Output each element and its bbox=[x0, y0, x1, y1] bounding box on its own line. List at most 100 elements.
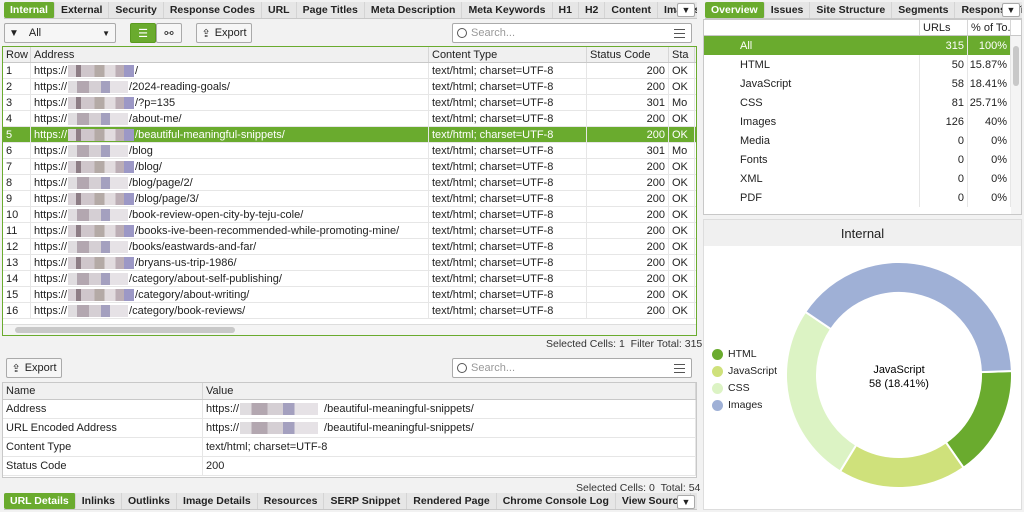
content-type-cell[interactable]: text/html; charset=UTF-8 bbox=[429, 271, 587, 286]
status-code-cell[interactable]: 200 bbox=[587, 111, 669, 126]
address-cell[interactable]: https:// /books-ive-been-recommended-whil… bbox=[31, 223, 429, 238]
address-cell[interactable]: https:// /category/book-reviews/ bbox=[31, 303, 429, 318]
tab-10[interactable]: Content bbox=[605, 2, 659, 18]
list-view-button[interactable]: ☰ bbox=[130, 23, 156, 43]
address-cell[interactable]: https:// /?p=135 bbox=[31, 95, 429, 110]
overview-row[interactable]: PDF 0 0% bbox=[704, 188, 1021, 207]
address-cell[interactable]: https:// /about-me/ bbox=[31, 111, 429, 126]
content-type-cell[interactable]: text/html; charset=UTF-8 bbox=[429, 191, 587, 206]
bottom-tab-0[interactable]: URL Details bbox=[4, 493, 76, 509]
bottom-tab-1[interactable]: Inlinks bbox=[76, 493, 123, 509]
details-search-input[interactable]: Search... bbox=[452, 358, 692, 378]
settings-sliders-icon[interactable] bbox=[674, 364, 685, 373]
table-row[interactable]: 14 https:// /category/about-self-publishin… bbox=[3, 271, 696, 287]
bottom-tab-3[interactable]: Image Details bbox=[177, 493, 258, 509]
status-cell[interactable]: OK bbox=[669, 79, 695, 94]
content-type-cell[interactable]: text/html; charset=UTF-8 bbox=[429, 63, 587, 78]
overview-row[interactable]: Media 0 0% bbox=[704, 131, 1021, 150]
details-row[interactable]: Content Type text/html; charset=UTF-8 bbox=[3, 438, 696, 457]
col-value-header[interactable]: Value bbox=[203, 383, 696, 399]
address-cell[interactable]: https:// /category/about-writing/ bbox=[31, 287, 429, 302]
settings-sliders-icon[interactable] bbox=[674, 29, 685, 38]
address-cell[interactable]: https:// /beautiful-meaningful-snippets/ bbox=[31, 127, 429, 142]
table-row[interactable]: 9 https:// /blog/page/3/text/html; charset… bbox=[3, 191, 696, 207]
legend-html[interactable]: HTML bbox=[712, 348, 757, 360]
tab-3[interactable]: Response Codes bbox=[164, 2, 263, 18]
status-cell[interactable]: OK bbox=[669, 175, 695, 190]
content-type-cell[interactable]: text/html; charset=UTF-8 bbox=[429, 143, 587, 158]
content-type-cell[interactable]: text/html; charset=UTF-8 bbox=[429, 95, 587, 110]
status-code-cell[interactable]: 200 bbox=[587, 63, 669, 78]
status-cell[interactable]: OK bbox=[669, 223, 695, 238]
col-name-header[interactable]: Name bbox=[3, 383, 203, 399]
filter-dropdown[interactable]: ▼ All ▼ bbox=[4, 23, 116, 43]
status-code-cell[interactable]: 200 bbox=[587, 159, 669, 174]
tab-0[interactable]: Internal bbox=[4, 2, 55, 18]
bottom-tab-2[interactable]: Outlinks bbox=[122, 493, 178, 509]
table-row[interactable]: 4 https:// /about-me/text/html; charset=UT… bbox=[3, 111, 696, 127]
status-code-cell[interactable]: 200 bbox=[587, 223, 669, 238]
bottom-tabs-dropdown-icon[interactable]: ▼ bbox=[677, 495, 695, 509]
status-code-cell[interactable]: 200 bbox=[587, 191, 669, 206]
status-cell[interactable]: OK bbox=[669, 303, 695, 318]
export-button[interactable]: ⇪ Export bbox=[196, 23, 252, 43]
content-type-cell[interactable]: text/html; charset=UTF-8 bbox=[429, 79, 587, 94]
tab-9[interactable]: H2 bbox=[579, 2, 606, 18]
right-tabs-dropdown-icon[interactable]: ▼ bbox=[1002, 3, 1020, 17]
content-type-cell[interactable]: text/html; charset=UTF-8 bbox=[429, 127, 587, 142]
detail-value[interactable]: https:// /beautiful-meaningful-snippets/ bbox=[203, 419, 696, 437]
tab-7[interactable]: Meta Keywords bbox=[462, 2, 553, 18]
col-header-3[interactable]: Status Code bbox=[587, 47, 669, 62]
tabs-dropdown-icon[interactable]: ▼ bbox=[677, 3, 695, 17]
content-type-cell[interactable]: text/html; charset=UTF-8 bbox=[429, 175, 587, 190]
status-cell[interactable]: OK bbox=[669, 239, 695, 254]
right-tab-2[interactable]: Site Structure bbox=[810, 2, 893, 18]
col-pct-header[interactable]: % of To... bbox=[968, 20, 1011, 35]
content-type-cell[interactable]: text/html; charset=UTF-8 bbox=[429, 287, 587, 302]
overview-row[interactable]: All 315 100% bbox=[704, 36, 1021, 55]
horizontal-scrollbar[interactable] bbox=[3, 324, 696, 335]
address-cell[interactable]: https:// /category/about-self-publishing/ bbox=[31, 271, 429, 286]
tab-4[interactable]: URL bbox=[262, 2, 297, 18]
status-cell[interactable]: OK bbox=[669, 127, 695, 142]
status-code-cell[interactable]: 200 bbox=[587, 255, 669, 270]
overview-row[interactable]: XML 0 0% bbox=[704, 169, 1021, 188]
donut-slice-html[interactable] bbox=[944, 370, 1013, 470]
overview-row[interactable]: JavaScript 58 18.41% bbox=[704, 74, 1021, 93]
status-code-cell[interactable]: 301 bbox=[587, 143, 669, 158]
right-tab-0[interactable]: Overview bbox=[705, 2, 765, 18]
content-type-cell[interactable]: text/html; charset=UTF-8 bbox=[429, 207, 587, 222]
table-row[interactable]: 6 https:// /blog text/html; charset=UTF-8 30… bbox=[3, 143, 696, 159]
overview-row[interactable]: Images 126 40% bbox=[704, 112, 1021, 131]
table-row[interactable]: 13 https:// /bryans-us-trip-1986/text/html… bbox=[3, 255, 696, 271]
detail-value[interactable]: 200 bbox=[203, 457, 696, 475]
overview-row[interactable]: HTML 50 15.87% bbox=[704, 55, 1021, 74]
status-cell[interactable]: OK bbox=[669, 255, 695, 270]
tab-5[interactable]: Page Titles bbox=[297, 2, 365, 18]
tree-view-button[interactable]: ⚯ bbox=[156, 23, 182, 43]
status-cell[interactable]: OK bbox=[669, 159, 695, 174]
legend-javascript[interactable]: JavaScript bbox=[712, 365, 777, 377]
status-cell[interactable]: OK bbox=[669, 63, 695, 78]
tab-2[interactable]: Security bbox=[109, 2, 164, 18]
status-code-cell[interactable]: 200 bbox=[587, 303, 669, 318]
table-row[interactable]: 1 https:// / text/html; charset=UTF-8 200 OK bbox=[3, 63, 696, 79]
status-code-cell[interactable]: 200 bbox=[587, 271, 669, 286]
overview-row[interactable]: Fonts 0 0% bbox=[704, 150, 1021, 169]
detail-value[interactable]: https:// /beautiful-meaningful-snippets/ bbox=[203, 400, 696, 418]
table-row[interactable]: 10 https:// /book-review-open-city-by-teju… bbox=[3, 207, 696, 223]
overview-row[interactable]: CSS 81 25.71% bbox=[704, 93, 1021, 112]
address-cell[interactable]: https:// /book-review-open-city-by-teju-c… bbox=[31, 207, 429, 222]
content-type-cell[interactable]: text/html; charset=UTF-8 bbox=[429, 239, 587, 254]
col-header-4[interactable]: Sta bbox=[669, 47, 695, 62]
status-cell[interactable]: OK bbox=[669, 191, 695, 206]
bottom-tab-7[interactable]: Chrome Console Log bbox=[497, 493, 616, 509]
status-code-cell[interactable]: 200 bbox=[587, 207, 669, 222]
table-row[interactable]: 5 https:// /beautiful-meaningful-snippets/… bbox=[3, 127, 696, 143]
legend-images[interactable]: Images bbox=[712, 399, 762, 411]
content-type-cell[interactable]: text/html; charset=UTF-8 bbox=[429, 255, 587, 270]
status-cell[interactable]: OK bbox=[669, 271, 695, 286]
table-row[interactable]: 12 https:// /books/eastwards-and-far/text/… bbox=[3, 239, 696, 255]
overview-scrollbar[interactable] bbox=[1011, 36, 1021, 214]
tab-8[interactable]: H1 bbox=[553, 2, 579, 18]
